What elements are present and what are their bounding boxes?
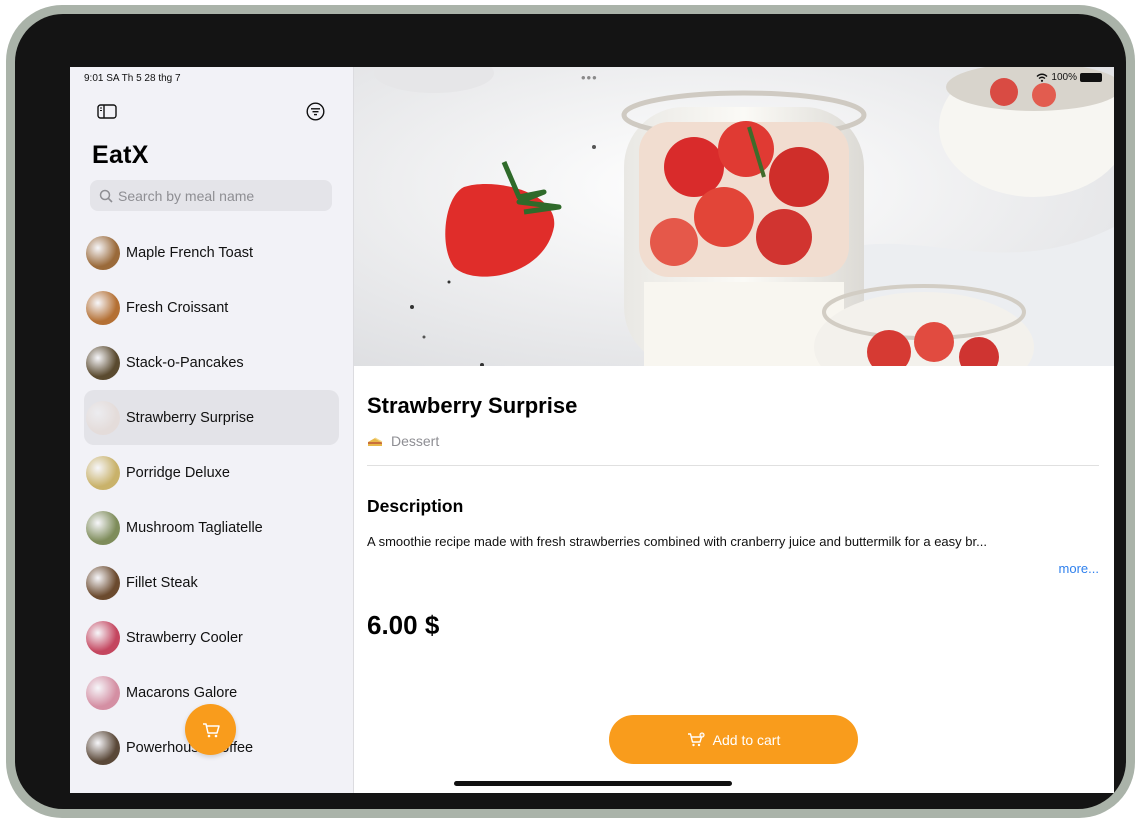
meal-name: Strawberry Surprise	[126, 409, 255, 426]
meal-list-item[interactable]: Porridge Deluxe	[84, 445, 339, 500]
meal-list-item[interactable]: Strawberry Cooler	[84, 610, 339, 665]
filter-icon[interactable]	[306, 102, 325, 121]
ipad-bezel: 9:01 SA Th 5 28 thg 7 EatX Search by mea…	[15, 14, 1126, 809]
category-label: Dessert	[391, 433, 440, 449]
meal-name: Fillet Steak	[126, 574, 198, 591]
meal-name: Mushroom Tagliatelle	[126, 519, 263, 536]
meal-list: Maple French Toast Fresh Croissant Stack…	[84, 225, 339, 775]
search-bar[interactable]	[90, 180, 332, 211]
meal-list-item[interactable]: Maple French Toast	[84, 225, 339, 280]
meal-title: Strawberry Surprise	[367, 393, 578, 418]
description-heading: Description	[367, 496, 464, 516]
status-bar-right: 100%	[1036, 72, 1102, 83]
add-to-cart-label: Add to cart	[712, 731, 781, 748]
meal-name: Macarons Galore	[126, 684, 238, 701]
battery-percentage: 100%	[1051, 72, 1077, 83]
meal-name: Porridge Deluxe	[126, 464, 230, 481]
more-link[interactable]: more...	[1059, 561, 1099, 576]
search-icon	[99, 189, 113, 203]
meal-category: Dessert	[367, 433, 439, 449]
meal-list-item[interactable]: Strawberry Surprise	[84, 390, 339, 445]
app-title: EatX	[92, 141, 149, 169]
meal-thumbnail	[86, 565, 120, 600]
multitask-dots[interactable]: •••	[581, 70, 598, 85]
wifi-icon	[1036, 73, 1048, 82]
meal-list-item[interactable]: Fresh Croissant	[84, 280, 339, 335]
meal-thumbnail	[86, 510, 120, 545]
meal-thumbnail	[86, 730, 120, 765]
cart-icon	[202, 722, 220, 737]
search-input[interactable]	[118, 187, 318, 204]
meal-thumbnail	[86, 675, 120, 710]
add-to-cart-button[interactable]: Add to cart	[609, 715, 858, 764]
meal-name: Maple French Toast	[126, 244, 254, 261]
status-time-date: 9:01 SA Th 5 28 thg 7	[84, 73, 181, 84]
meal-hero-image: ••• 100%	[354, 67, 1114, 366]
add-to-cart-icon	[687, 732, 705, 747]
meal-thumbnail	[86, 455, 120, 490]
battery-icon	[1080, 73, 1102, 82]
meal-name: Fresh Croissant	[126, 299, 229, 316]
sidebar-toggle-icon[interactable]	[97, 104, 117, 119]
divider	[367, 465, 1099, 466]
meal-price: 6.00 $	[367, 610, 440, 640]
cart-button[interactable]	[185, 704, 236, 755]
screen: 9:01 SA Th 5 28 thg 7 EatX Search by mea…	[70, 67, 1114, 793]
meal-thumbnail	[86, 400, 120, 435]
description-text: A smoothie recipe made with fresh strawb…	[367, 534, 987, 549]
meal-list-item[interactable]: Fillet Steak	[84, 555, 339, 610]
meal-thumbnail	[86, 620, 120, 655]
cake-icon	[368, 436, 383, 446]
meal-thumbnail	[86, 290, 120, 325]
home-indicator[interactable]	[454, 781, 732, 786]
meal-thumbnail	[86, 235, 120, 270]
meal-list-item[interactable]: Stack-o-Pancakes	[84, 335, 339, 390]
meal-list-item[interactable]: Mushroom Tagliatelle	[84, 500, 339, 555]
sidebar: 9:01 SA Th 5 28 thg 7 EatX Search by mea…	[70, 67, 354, 793]
meal-name: Strawberry Cooler	[126, 629, 243, 646]
meal-thumbnail	[86, 345, 120, 380]
meal-detail: ••• 100% Strawberry Surprise Dessert Des…	[354, 67, 1114, 793]
ipad-frame: 9:01 SA Th 5 28 thg 7 EatX Search by mea…	[6, 5, 1135, 818]
meal-name: Stack-o-Pancakes	[126, 354, 244, 371]
